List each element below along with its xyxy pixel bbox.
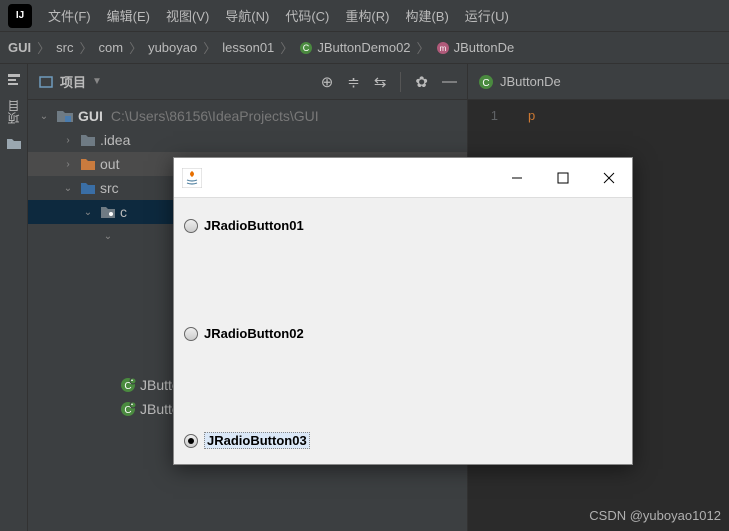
chevron-right-icon: 〉 xyxy=(79,38,92,57)
collapse-icon[interactable]: ⇆ xyxy=(374,73,387,91)
structure-icon[interactable] xyxy=(6,72,22,88)
menu-code[interactable]: 代码(C) xyxy=(285,6,329,25)
chevron-right-icon: 〉 xyxy=(417,38,430,57)
gear-icon[interactable]: ✿ xyxy=(415,73,428,91)
radio-icon xyxy=(184,327,198,341)
class-icon: C xyxy=(478,74,494,90)
menu-view[interactable]: 视图(V) xyxy=(166,6,209,25)
menu-run[interactable]: 运行(U) xyxy=(465,6,509,25)
chevron-right-icon[interactable]: › xyxy=(60,159,76,170)
tree-idea[interactable]: › .idea xyxy=(28,128,467,152)
svg-text:C: C xyxy=(303,43,310,53)
bc-root[interactable]: GUI xyxy=(8,40,31,55)
menubar: 文件(F) 编辑(E) 视图(V) 导航(N) 代码(C) 重构(R) 构建(B… xyxy=(0,0,729,32)
method-icon: m xyxy=(436,41,450,55)
panel-title-text: 项目 xyxy=(60,72,86,91)
intellij-logo xyxy=(8,4,32,28)
package-icon xyxy=(100,205,116,219)
editor-tab[interactable]: C JButtonDe xyxy=(478,74,561,90)
panel-header: 项目 ▼ ⊕ ≑ ⇆ ✿ — xyxy=(28,64,467,100)
menu-refactor[interactable]: 重构(R) xyxy=(345,6,389,25)
class-icon: C xyxy=(299,41,313,55)
hide-icon[interactable]: — xyxy=(442,73,457,90)
chevron-right-icon: 〉 xyxy=(203,38,216,57)
radio-icon xyxy=(184,219,198,233)
folder-icon xyxy=(80,157,96,171)
chevron-right-icon: 〉 xyxy=(280,38,293,57)
target-icon[interactable]: ⊕ xyxy=(321,73,334,91)
radio-section-3: JRadioButton03 xyxy=(174,365,632,464)
chevron-right-icon: 〉 xyxy=(129,38,142,57)
bc-file1[interactable]: C JButtonDemo02 xyxy=(299,40,410,55)
module-icon xyxy=(56,109,74,123)
chevron-down-icon[interactable]: ⌄ xyxy=(100,231,116,242)
watermark: CSDN @yuboyao1012 xyxy=(589,508,721,523)
close-button[interactable] xyxy=(586,158,632,198)
source-folder-icon xyxy=(80,181,96,195)
menu-file[interactable]: 文件(F) xyxy=(48,6,91,25)
svg-text:m: m xyxy=(439,44,446,53)
project-icon xyxy=(38,74,54,90)
menu-build[interactable]: 构建(B) xyxy=(405,6,448,25)
chevron-right-icon[interactable]: › xyxy=(60,135,76,146)
menu-edit[interactable]: 编辑(E) xyxy=(107,6,150,25)
divider xyxy=(400,72,401,92)
bc-src[interactable]: src xyxy=(56,40,73,55)
radio-button-03[interactable]: JRadioButton03 xyxy=(184,432,310,449)
chevron-down-icon[interactable]: ⌄ xyxy=(36,111,52,122)
radio-section-1: JRadioButton01 xyxy=(174,198,632,302)
minimize-button[interactable] xyxy=(494,158,540,198)
menu-nav[interactable]: 导航(N) xyxy=(225,6,269,25)
bc-yuboyao[interactable]: yuboyao xyxy=(148,40,197,55)
breadcrumb: GUI 〉 src 〉 com 〉 yuboyao 〉 lesson01 〉 C… xyxy=(0,32,729,64)
folder-icon[interactable] xyxy=(6,136,22,152)
chevron-down-icon[interactable]: ⌄ xyxy=(60,183,76,194)
bc-com[interactable]: com xyxy=(99,40,124,55)
radio-section-2: JRadioButton02 xyxy=(174,302,632,366)
radio-icon xyxy=(184,434,198,448)
class-icon: C xyxy=(120,401,136,417)
dropdown-icon[interactable]: ▼ xyxy=(92,76,102,87)
folder-icon xyxy=(80,133,96,147)
project-tool-label[interactable]: 项目 xyxy=(5,100,22,124)
expand-icon[interactable]: ≑ xyxy=(347,73,360,91)
left-gutter: 项目 xyxy=(0,64,28,531)
radio-button-02[interactable]: JRadioButton02 xyxy=(184,326,304,341)
window-titlebar[interactable] xyxy=(174,158,632,198)
editor-tabs: C JButtonDe xyxy=(468,64,729,100)
java-swing-window: JRadioButton01 JRadioButton02 JRadioButt… xyxy=(173,157,633,465)
chevron-down-icon[interactable]: ⌄ xyxy=(80,207,96,218)
svg-text:C: C xyxy=(482,78,489,89)
class-icon: C xyxy=(120,377,136,393)
bc-file2[interactable]: m JButtonDe xyxy=(436,40,515,55)
maximize-button[interactable] xyxy=(540,158,586,198)
java-icon xyxy=(182,168,202,188)
tree-root[interactable]: ⌄ GUI C:\Users\86156\IdeaProjects\GUI xyxy=(28,104,467,128)
chevron-right-icon: 〉 xyxy=(37,38,50,57)
bc-lesson01[interactable]: lesson01 xyxy=(222,40,274,55)
radio-button-01[interactable]: JRadioButton01 xyxy=(184,218,304,233)
